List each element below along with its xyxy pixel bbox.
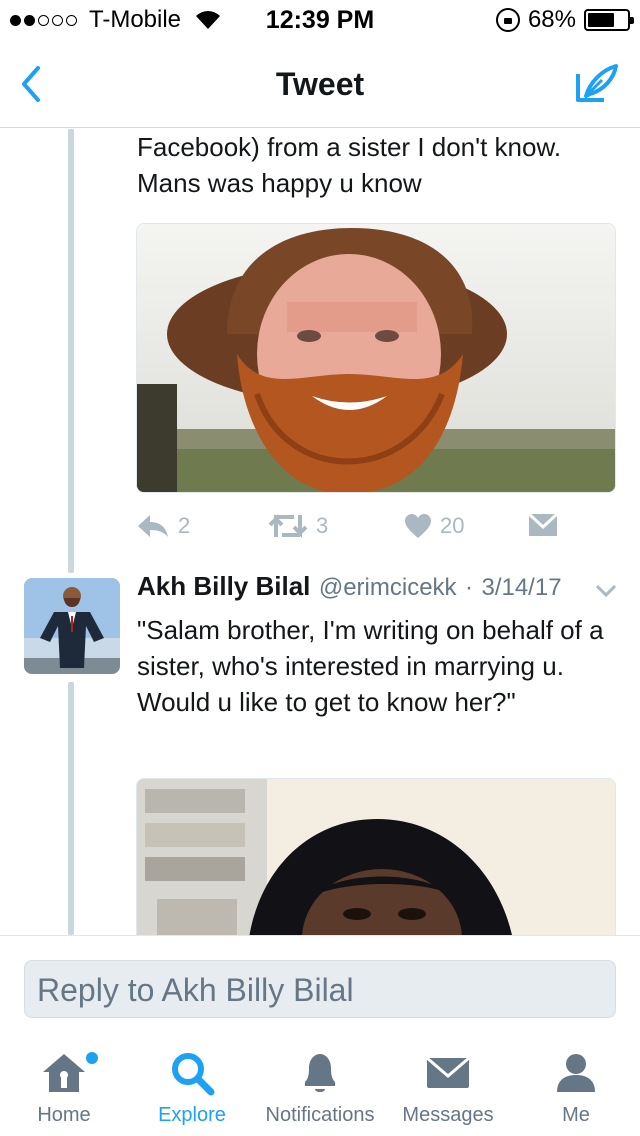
bell-icon	[305, 1054, 335, 1092]
compose-tweet-icon[interactable]	[574, 62, 620, 108]
envelope-icon	[426, 1056, 470, 1088]
tab-bar: Home Explore Notifications Messages Me	[0, 1040, 640, 1136]
tab-messages[interactable]: Messages	[384, 1048, 512, 1136]
tab-home[interactable]: Home	[0, 1048, 128, 1136]
tab-label: Me	[562, 1104, 590, 1126]
like-action[interactable]: 20	[404, 513, 464, 539]
reply-bar: Reply to Akh Billy Bilal	[0, 935, 640, 1035]
retweet-count: 3	[316, 513, 329, 538]
home-badge-dot	[86, 1052, 98, 1064]
thread-content[interactable]: Facebook) from a sister I don't know. Ma…	[0, 129, 640, 935]
thread-connector-line	[68, 682, 74, 935]
tab-me[interactable]: Me	[512, 1048, 640, 1136]
screen: T-Mobile 12:39 PM 68% Tweet Facebook) fr…	[0, 0, 640, 1136]
heart-icon	[405, 514, 431, 538]
person-icon	[557, 1054, 595, 1092]
battery-icon	[584, 9, 634, 31]
reply-icon	[138, 515, 168, 537]
page-title: Tweet	[275, 66, 365, 102]
bearded-man-photo	[137, 224, 615, 492]
retweet-icon	[268, 514, 308, 538]
tweet-author-row: Akh Billy Bilal @erimcicekk · 3/14/17	[137, 571, 617, 611]
reply-input[interactable]: Reply to Akh Billy Bilal	[24, 960, 616, 1018]
retweet-action[interactable]: 3	[268, 513, 328, 539]
battery-percent: 68%	[527, 6, 576, 33]
author-handle[interactable]: @erimcicekk	[319, 574, 457, 601]
search-icon	[172, 1053, 215, 1096]
tab-explore[interactable]: Explore	[128, 1048, 256, 1136]
tweet-photo[interactable]	[136, 778, 616, 935]
author-name[interactable]: Akh Billy Bilal	[137, 571, 310, 601]
tweet-date: 3/14/17	[481, 574, 562, 601]
tweet-actions: 2 3 20	[136, 513, 616, 553]
status-right: 68%	[495, 6, 634, 34]
tweet-text: "Salam brother, I'm writing on behalf of…	[137, 615, 604, 717]
tab-notifications[interactable]: Notifications	[256, 1048, 384, 1136]
tab-label: Messages	[402, 1104, 494, 1126]
like-count: 20	[440, 513, 465, 538]
home-icon	[43, 1054, 85, 1092]
avatar-photo	[24, 578, 120, 674]
tweet-photo[interactable]	[136, 223, 616, 493]
avatar[interactable]	[24, 578, 120, 674]
tab-label: Explore	[158, 1104, 226, 1126]
woman-photo	[137, 779, 615, 935]
status-bar: T-Mobile 12:39 PM 68%	[0, 0, 640, 40]
rotation-lock-icon	[495, 8, 520, 32]
nav-bar: Tweet	[0, 40, 640, 128]
tab-label: Notifications	[265, 1104, 375, 1126]
tab-label: Home	[37, 1104, 91, 1126]
direct-message-action[interactable]	[528, 513, 558, 537]
reply-action[interactable]: 2	[136, 513, 190, 539]
chevron-down-icon[interactable]	[595, 583, 617, 599]
tweet-text: Facebook) from a sister I don't know. Ma…	[137, 132, 562, 198]
battery-fill	[588, 13, 614, 27]
reply-count: 2	[178, 513, 191, 538]
envelope-icon	[528, 513, 558, 536]
thread-connector-line	[68, 129, 74, 573]
meta-separator: ·	[465, 574, 474, 601]
